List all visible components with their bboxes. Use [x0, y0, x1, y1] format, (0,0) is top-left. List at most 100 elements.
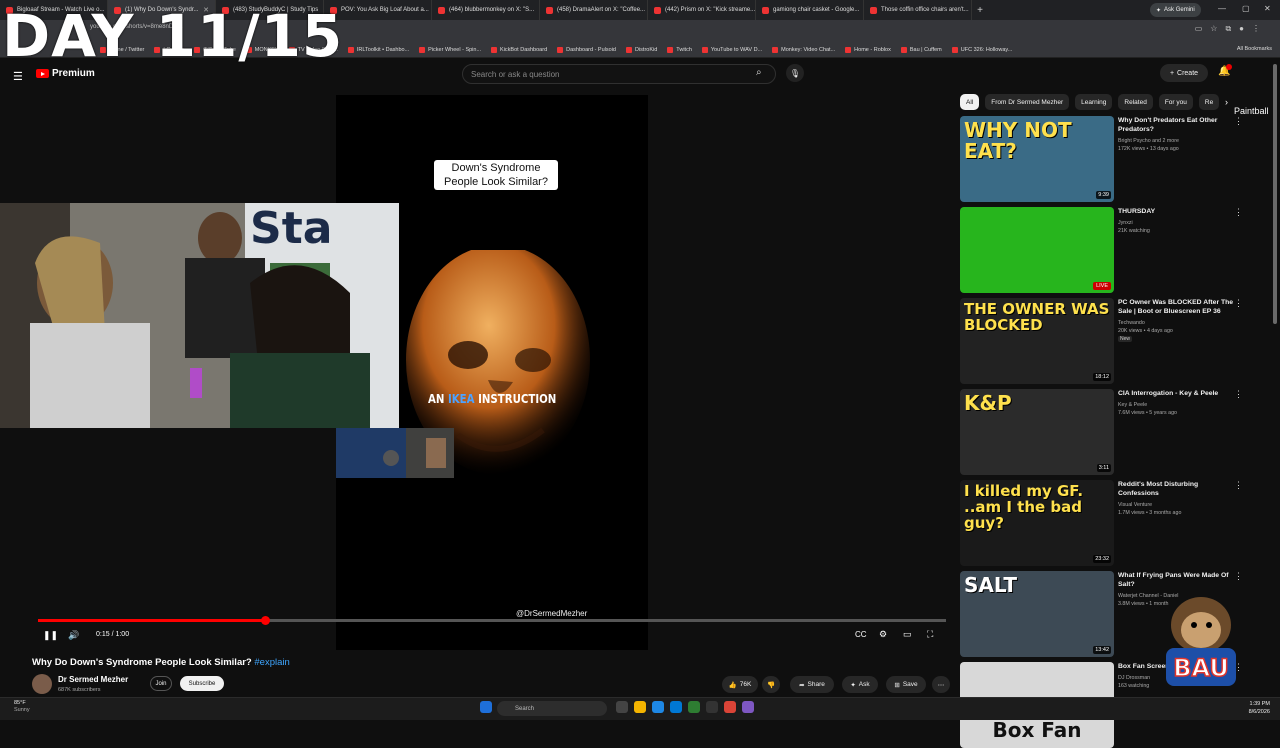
plus-icon: + [1169, 69, 1175, 77]
fullscreen-icon[interactable]: ⛶ [927, 629, 933, 640]
filter-chip[interactable]: Re [1198, 94, 1220, 110]
bookmark-star-icon[interactable]: ☆ [1210, 24, 1217, 34]
app-icon[interactable] [688, 701, 700, 713]
microphone-icon[interactable]: 🎙 [786, 64, 804, 82]
all-bookmarks-link[interactable]: All Bookmarks [1237, 46, 1272, 52]
like-button[interactable]: 👍 76K [722, 676, 758, 693]
join-button[interactable]: Join [150, 676, 172, 691]
recommendation-channel[interactable]: Jynxzi [1118, 219, 1234, 227]
more-options-icon[interactable]: ⋮ [1234, 116, 1243, 127]
app-icon-2[interactable] [742, 701, 754, 713]
share-button[interactable]: ➦ Share [790, 676, 834, 693]
search-icon[interactable]: ⌕ [756, 67, 762, 78]
store-icon[interactable] [670, 701, 682, 713]
chrome-icon[interactable] [724, 701, 736, 713]
extensions-icon[interactable]: ⧉ [1225, 24, 1231, 34]
recommendation-title[interactable]: What If Frying Pans Were Made Of Salt? [1118, 571, 1234, 589]
bookmark-item[interactable]: KickBot Dashboard [491, 46, 547, 53]
cast-icon[interactable]: ▭ [1195, 24, 1203, 34]
pause-icon[interactable]: ❚❚ [43, 630, 58, 641]
recommendation-title[interactable]: Why Don't Predators Eat Other Predators? [1118, 116, 1234, 134]
video-thumbnail[interactable]: I killed my GF. ..am I the bad guy? 23:32 [960, 480, 1114, 566]
bookmark-item[interactable]: DistroKid [625, 46, 657, 53]
recommendation-item[interactable]: WHY NOT EAT? 9:39 Why Don't Predators Eat … [960, 116, 1260, 202]
video-thumbnail[interactable]: LIVE [960, 207, 1114, 293]
recommendation-channel[interactable]: Key & Peele [1118, 401, 1234, 409]
chevron-right-icon[interactable]: › [1225, 97, 1228, 107]
miniplayer-icon[interactable]: ▭ [903, 629, 912, 640]
recommendation-item[interactable]: I killed my GF. ..am I the bad guy? 23:32… [960, 480, 1260, 566]
recommendation-channel[interactable]: Bright Psycho and 2 more [1118, 137, 1234, 145]
menu-hamburger-icon[interactable]: ☰ [13, 70, 23, 83]
video-thumbnail[interactable]: SALT 13:42 [960, 571, 1114, 657]
progress-scrubber[interactable] [261, 616, 270, 625]
more-options-icon[interactable]: ⋮ [1234, 571, 1243, 582]
bookmark-item[interactable]: YouTube to WAV D... [701, 46, 762, 53]
more-actions-button[interactable]: ⋯ [932, 676, 950, 693]
video-thumbnail[interactable]: K&P 3:11 [960, 389, 1114, 475]
recommendation-channel[interactable]: Visual Venture [1118, 501, 1234, 509]
browser-tab[interactable]: (458) DramaAlert on X: "Coffee...✕ [540, 0, 648, 20]
hashtag-link[interactable]: #explain [254, 657, 289, 668]
new-tab-button[interactable]: + [972, 5, 988, 16]
bookmark-item[interactable]: IRLToolkit • Dashbo... [347, 46, 409, 53]
settings-gear-icon[interactable]: ⚙ [879, 629, 887, 640]
browser-tab[interactable]: Those coffin office chairs aren't...✕ [864, 0, 972, 20]
filter-chip[interactable]: Learning [1075, 94, 1113, 110]
bookmark-item[interactable]: Monkey: Video Chat... [772, 46, 835, 53]
filter-chip[interactable]: For you [1158, 94, 1193, 110]
subscribe-button[interactable]: Subscribe [180, 676, 224, 691]
more-options-icon[interactable]: ⋮ [1234, 480, 1243, 491]
recommendation-item[interactable]: K&P 3:11 CIA Interrogation - Key & Peele Ke… [960, 389, 1260, 475]
menu-dots-icon[interactable]: ⋮ [1252, 24, 1260, 34]
taskbar-clock[interactable]: 1:39 PM 8/6/2026 [1249, 700, 1270, 716]
more-options-icon[interactable]: ⋮ [1234, 207, 1243, 218]
more-options-icon[interactable]: ⋮ [1234, 298, 1243, 309]
file-explorer-icon[interactable] [634, 701, 646, 713]
channel-avatar[interactable] [32, 674, 52, 694]
ask-gemini-button[interactable]: ✦ Ask Gemini [1150, 3, 1201, 17]
more-options-icon[interactable]: ⋮ [1234, 389, 1243, 400]
taskbar-search[interactable]: Search [497, 701, 607, 716]
channel-name[interactable]: Dr Sermed Mezher [58, 675, 128, 684]
task-view-icon[interactable] [616, 701, 628, 713]
edge-icon[interactable] [652, 701, 664, 713]
filter-chip[interactable]: From Dr Sermed Mezher [985, 94, 1070, 110]
bookmark-item[interactable]: UFC 326: Holloway... [951, 46, 1012, 53]
filter-chip[interactable]: Related [1118, 94, 1153, 110]
profile-icon[interactable]: ● [1239, 24, 1244, 34]
recommendation-item[interactable]: LIVE THURSDAY Jynxzi 21K watching ⋮ [960, 207, 1260, 293]
windows-start-icon[interactable] [480, 701, 492, 713]
bookmark-item[interactable]: Twitch [667, 46, 692, 53]
minimize-icon[interactable]: — [1218, 4, 1226, 13]
video-thumbnail[interactable]: THE OWNER WAS BLOCKED 18:12 [960, 298, 1114, 384]
bookmark-item[interactable]: Dashboard - Pulsoid [557, 46, 616, 53]
create-button[interactable]: + Create [1160, 64, 1208, 82]
save-button[interactable]: ⊞ Save [886, 676, 926, 693]
recommendation-title[interactable]: CIA Interrogation - Key & Peele [1118, 389, 1234, 398]
ask-button[interactable]: ✦ Ask [842, 676, 878, 693]
video-progress-bar[interactable] [38, 616, 946, 625]
scrollbar[interactable] [1273, 64, 1277, 324]
browser-tab[interactable]: (464) blubbermonkey on X: "S...✕ [432, 0, 540, 20]
video-thumbnail[interactable]: WHY NOT EAT? 9:39 [960, 116, 1114, 202]
dislike-button[interactable]: 👎 [762, 676, 780, 693]
bookmark-item[interactable]: Bau | Cuffem [900, 46, 942, 53]
bookmark-item[interactable]: Picker Wheel - Spin... [419, 46, 481, 53]
weather-widget[interactable]: 85°F Sunny [14, 700, 30, 714]
recommendation-title[interactable]: THURSDAY [1118, 207, 1234, 216]
captions-icon[interactable]: CC [855, 630, 867, 639]
browser-tab[interactable]: (442) Prism on X: "Kick streame...✕ [648, 0, 756, 20]
close-window-icon[interactable]: ✕ [1264, 4, 1271, 13]
obs-icon[interactable] [706, 701, 718, 713]
maximize-icon[interactable]: ▢ [1242, 4, 1250, 13]
recommendation-channel[interactable]: Techwando [1118, 319, 1234, 327]
browser-tab[interactable]: gamiong chair casket - Google...✕ [756, 0, 864, 20]
filter-chip[interactable]: All [960, 94, 980, 110]
recommendation-title[interactable]: PC Owner Was BLOCKED After The Sale | Bo… [1118, 298, 1234, 316]
volume-icon[interactable]: 🔊 [68, 630, 79, 641]
recommendation-item[interactable]: THE OWNER WAS BLOCKED 18:12 PC Owner Was B… [960, 298, 1260, 384]
bookmark-item[interactable]: Home - Roblox [845, 46, 891, 53]
recommendation-title[interactable]: Reddit's Most Disturbing Confessions [1118, 480, 1234, 498]
search-input[interactable]: Search or ask a question [462, 64, 776, 84]
